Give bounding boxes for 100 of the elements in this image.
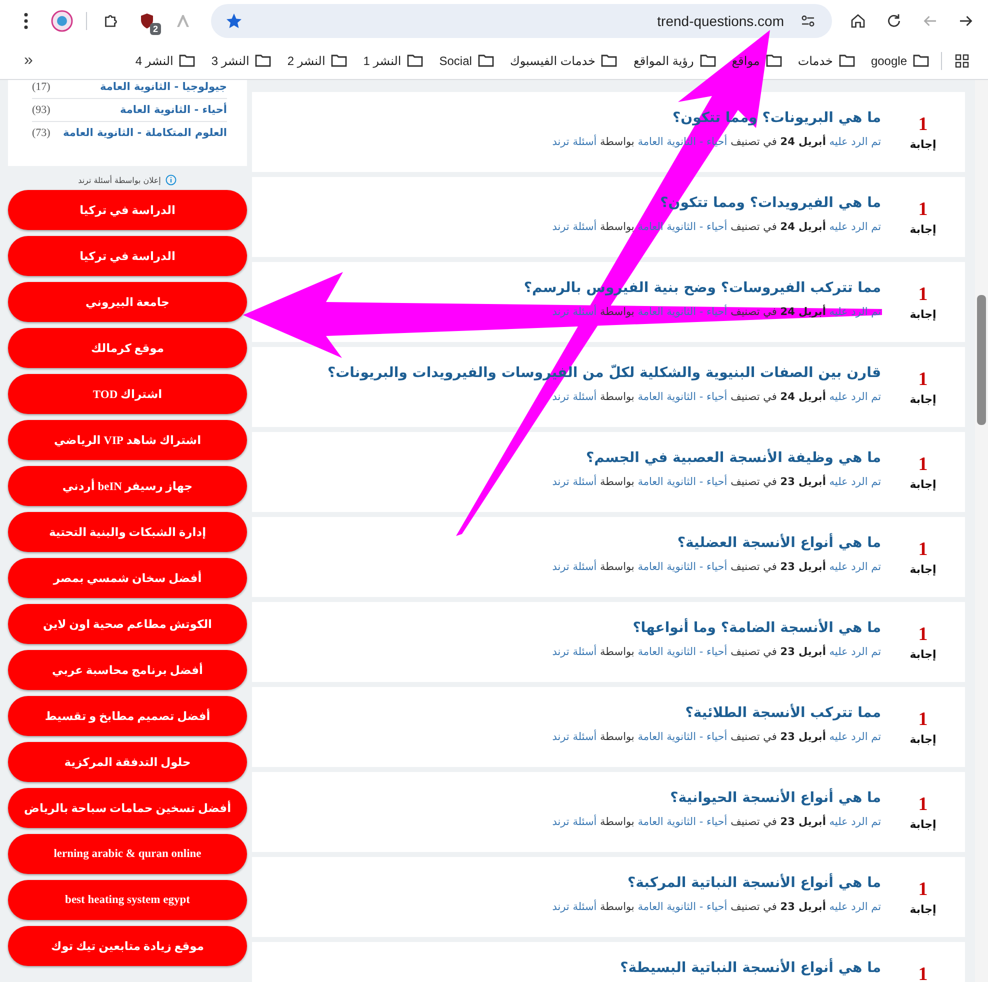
answered-link[interactable]: تم الرد عليه: [829, 476, 881, 488]
ad-link-button[interactable]: الكوتش مطاعم صحية اون لاين: [8, 604, 247, 644]
ad-link-button[interactable]: أفضل برنامج محاسبة عربي: [8, 650, 247, 690]
bookmark-folder[interactable]: النشر 4: [135, 54, 196, 68]
question-title-link[interactable]: ما هي الأنسجة الضامة؟ وما أنواعها؟: [632, 620, 881, 636]
question-meta: تم الرد عليه أبريل 23 في تصنيف أحياء - الثانوية العامة بواسطة أسئلة ترند: [552, 561, 881, 573]
question-title-link[interactable]: ما هي أنواع الأنسجة النباتية المركبة؟: [628, 875, 881, 891]
category-link[interactable]: أحياء - الثانوية العامة: [638, 561, 728, 573]
category-link[interactable]: أحياء - الثانوية العامة: [120, 104, 227, 116]
author-link[interactable]: أسئلة ترند: [552, 561, 597, 573]
answer-count: 1: [918, 539, 928, 561]
answered-link[interactable]: تم الرد عليه: [829, 646, 881, 658]
question-title-link[interactable]: ما هي أنواع الأنسجة العضلية؟: [677, 535, 881, 551]
more-bookmarks-button[interactable]: »: [24, 52, 33, 70]
answer-count: 1: [918, 114, 928, 136]
question-title-link[interactable]: ما هي أنواع الأنسجة الحيوانية؟: [670, 790, 881, 806]
ad-link-button[interactable]: best heating system egypt: [8, 880, 247, 920]
category-link[interactable]: أحياء - الثانوية العامة: [638, 391, 728, 403]
bookmark-folder[interactable]: google: [870, 54, 929, 68]
answer-count: 1: [918, 369, 928, 391]
answer-count: 1: [918, 454, 928, 476]
question-title-link[interactable]: ما هي وظيفة الأنسجة العصبية في الجسم؟: [586, 450, 881, 466]
answered-link[interactable]: تم الرد عليه: [829, 561, 881, 573]
category-link[interactable]: أحياء - الثانوية العامة: [638, 901, 728, 913]
answered-link[interactable]: تم الرد عليه: [829, 816, 881, 828]
question-title-link[interactable]: مما تتركب الأنسجة الطلائية؟: [685, 705, 881, 721]
ad-link-button[interactable]: موقع زيادة متابعين تيك توك: [8, 926, 247, 966]
ad-link-button[interactable]: أفضل تصميم مطابخ و تقسيط: [8, 696, 247, 736]
bookmark-folder[interactable]: النشر 3: [211, 54, 272, 68]
ad-link-button[interactable]: إدارة الشبكات والبنية التحتية: [8, 512, 247, 552]
author-link[interactable]: أسئلة ترند: [552, 391, 597, 403]
category-count: (73): [32, 127, 50, 139]
puzzle-icon: [102, 12, 120, 30]
author-link[interactable]: أسئلة ترند: [552, 221, 597, 233]
answered-link[interactable]: تم الرد عليه: [829, 391, 881, 403]
answered-link[interactable]: تم الرد عليه: [829, 731, 881, 743]
question-meta: تم الرد عليه أبريل 23 في تصنيف أحياء - الثانوية العامة بواسطة أسئلة ترند: [552, 816, 881, 828]
category-link[interactable]: أحياء - الثانوية العامة: [638, 816, 728, 828]
bookmark-folder[interactable]: Social: [439, 54, 494, 68]
shield-extension-button[interactable]: 2: [131, 5, 163, 37]
reload-icon: [885, 12, 903, 30]
author-link[interactable]: أسئلة ترند: [552, 136, 597, 148]
ad-link-button[interactable]: موقع كرمالك: [8, 328, 247, 368]
answer-label: إجابة: [910, 818, 936, 831]
folder-icon: [766, 54, 782, 67]
answer-count: 1: [918, 624, 928, 646]
bookmark-folder[interactable]: مواقع: [732, 54, 782, 68]
author-link[interactable]: أسئلة ترند: [552, 901, 597, 913]
answer-label: إجابة: [910, 393, 936, 406]
answered-link[interactable]: تم الرد عليه: [829, 901, 881, 913]
answer-label: إجابة: [910, 563, 936, 576]
question-meta: تم الرد عليه أبريل 24 في تصنيف أحياء - الثانوية العامة بواسطة أسئلة ترند: [552, 221, 881, 233]
bookmark-folder[interactable]: رؤية المواقع: [633, 54, 716, 68]
question-title-link[interactable]: ما هي أنواع الأنسجة النباتية البسيطة؟: [620, 960, 881, 976]
menu-icon: [24, 13, 28, 29]
scrollbar-thumb[interactable]: [977, 295, 986, 425]
author-link[interactable]: أسئلة ترند: [552, 476, 597, 488]
bookmark-folder[interactable]: خدمات الفيسبوك: [510, 54, 618, 68]
bookmark-folder[interactable]: خدمات: [798, 54, 855, 68]
answered-link[interactable]: تم الرد عليه: [829, 136, 881, 148]
answer-label: إجابة: [910, 308, 936, 321]
question-meta: تم الرد عليه أبريل 23 في تصنيف أحياء - الثانوية العامة بواسطة أسئلة ترند: [552, 901, 881, 913]
answer-label: إجابة: [910, 223, 936, 236]
category-link[interactable]: أحياء - الثانوية العامة: [638, 476, 728, 488]
ad-link-button[interactable]: الدراسة في تركيا: [8, 190, 247, 230]
category-link[interactable]: أحياء - الثانوية العامة: [638, 646, 728, 658]
answer-count: 1: [918, 199, 928, 221]
answer-label: إجابة: [910, 733, 936, 746]
answer-count: 1: [918, 284, 928, 306]
folder-icon: [179, 54, 196, 67]
category-link[interactable]: جيولوجيا - الثانوية العامة: [100, 81, 227, 93]
answer-label: إجابة: [910, 478, 936, 491]
ad-link-button[interactable]: اشتراك TOD: [8, 374, 247, 414]
bookmark-folder[interactable]: النشر 1: [363, 54, 424, 68]
address-bar[interactable]: trend-questions.com: [211, 4, 832, 38]
author-link[interactable]: أسئلة ترند: [552, 731, 597, 743]
author-link[interactable]: أسئلة ترند: [552, 646, 597, 658]
folder-icon: [838, 54, 855, 67]
folder-icon: [700, 54, 716, 67]
question-meta: تم الرد عليه أبريل 23 في تصنيف أحياء - الثانوية العامة بواسطة أسئلة ترند: [552, 731, 881, 743]
folder-icon: [407, 54, 424, 67]
answered-link[interactable]: تم الرد عليه: [829, 221, 881, 233]
category-link[interactable]: العلوم المتكاملة - الثانوية العامة: [63, 127, 227, 139]
author-link[interactable]: أسئلة ترند: [552, 816, 597, 828]
bookmark-folder[interactable]: النشر 2: [287, 54, 348, 68]
ad-link-button[interactable]: حلول التدفقة المركزية: [8, 742, 247, 782]
ad-link-button[interactable]: أفضل تسخين حمامات سباحة بالرياض: [8, 788, 247, 828]
category-link[interactable]: أحياء - الثانوية العامة: [638, 731, 728, 743]
category-link[interactable]: أحياء - الثانوية العامة: [638, 221, 728, 233]
ad-link-button[interactable]: اشتراك شاهد VIP الرياضي: [8, 420, 247, 460]
star-icon: [225, 12, 243, 30]
answer-label: إجابة: [910, 648, 936, 661]
ad-link-button[interactable]: جهاز رسيفر beIN أردني: [8, 466, 247, 506]
ad-link-button[interactable]: lerning arabic & quran online: [8, 834, 247, 874]
question-meta: تم الرد عليه أبريل 23 في تصنيف أحياء - الثانوية العامة بواسطة أسئلة ترند: [552, 646, 881, 658]
ad-link-button[interactable]: الدراسة في تركيا: [8, 236, 247, 276]
answer-count: 1: [918, 709, 928, 731]
shield-icon: [138, 12, 156, 30]
ad-link-button[interactable]: جامعة البيروني: [8, 282, 247, 322]
ad-link-button[interactable]: أفضل سخان شمسي بمصر: [8, 558, 247, 598]
